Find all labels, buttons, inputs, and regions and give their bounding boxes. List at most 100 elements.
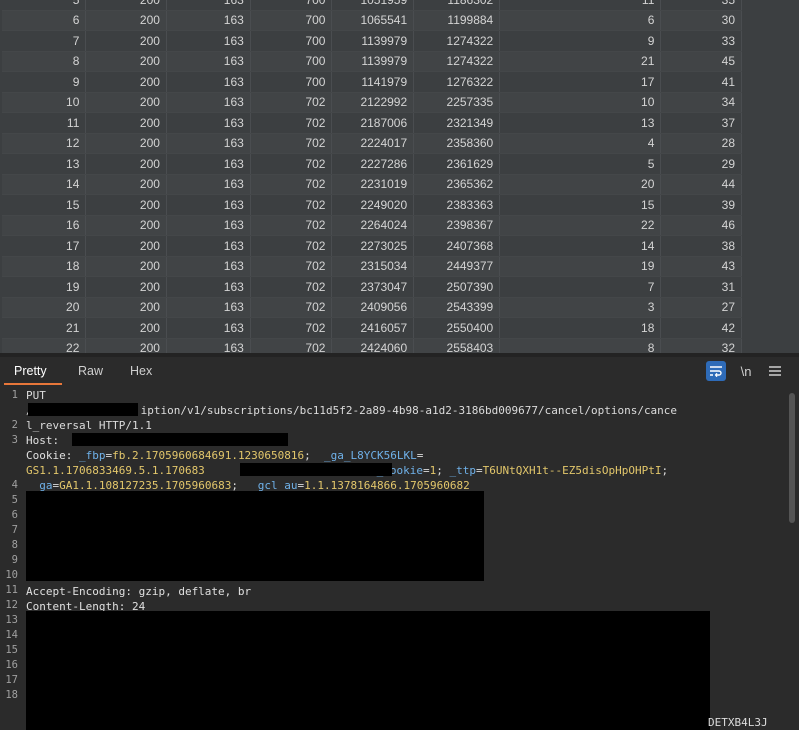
code-line-tail: DETXB4L3J (708, 716, 768, 729)
table-cell: 2264024 (331, 215, 415, 236)
table-cell: 2416057 (331, 317, 415, 339)
table-cell: 10 (2, 92, 87, 113)
table-cell: 35 (660, 0, 742, 11)
newline-toggle-button[interactable]: \n (736, 361, 756, 381)
table-cell: 1274322 (413, 30, 501, 52)
table-cell: 700 (250, 10, 333, 31)
table-cell: 37 (660, 112, 742, 134)
line-number: 9 (11, 554, 18, 566)
table-row[interactable]: 12 200 163 702 2224017 2358360 4 28 (2, 133, 742, 154)
table-cell: 18 (2, 256, 87, 277)
cookie-name: _ttp (449, 464, 477, 477)
table-cell: 1139979 (331, 30, 415, 52)
tab-hex[interactable]: Hex (130, 364, 152, 378)
table-cell: 2231019 (331, 174, 415, 195)
table-row[interactable]: 9 200 163 700 1141979 1276322 17 41 (2, 71, 742, 93)
table-row[interactable]: 14 200 163 702 2231019 2365362 20 44 (2, 174, 742, 195)
wrap-icon[interactable] (706, 361, 726, 381)
table-row[interactable]: 22 200 163 702 2424060 2558403 8 32 (2, 338, 742, 353)
table-cell: 28 (660, 133, 742, 154)
table-cell: 200 (85, 153, 167, 175)
table-cell: 2122992 (331, 92, 415, 113)
line-number: 18 (5, 689, 18, 701)
line-number: 10 (5, 569, 18, 581)
intruder-results-table: 5200163700105195911863021135620016370010… (0, 0, 799, 353)
results-scroll-area[interactable] (743, 0, 799, 353)
table-cell: 42 (660, 317, 742, 339)
redaction-block (28, 403, 138, 416)
table-row[interactable]: 15 200 163 702 2249020 2383363 15 39 (2, 194, 742, 216)
table-cell: 163 (166, 133, 251, 154)
table-cell: 20 (2, 297, 87, 318)
table-row[interactable]: 7 200 163 700 1139979 1274322 9 33 (2, 30, 742, 52)
line-number: 14 (5, 629, 18, 641)
table-cell: 15 (2, 194, 87, 216)
table-cell: 200 (85, 174, 167, 195)
table-cell: 5 (499, 153, 662, 175)
request-path-end: l_reversal HTTP/1.1 (26, 419, 152, 432)
table-row[interactable]: 20 200 163 702 2409056 2543399 3 27 (2, 297, 742, 318)
table-cell: 33 (660, 30, 742, 52)
code-line-1: PUT (26, 389, 46, 402)
tab-pretty[interactable]: Pretty (14, 364, 47, 378)
table-cell: 200 (85, 235, 167, 257)
table-cell: 163 (166, 30, 251, 52)
line-number: 5 (11, 494, 18, 506)
table-cell: 163 (166, 174, 251, 195)
hamburger-menu-icon[interactable] (765, 361, 785, 381)
table-cell: 1186302 (413, 0, 501, 11)
table-row[interactable]: 8 200 163 700 1139979 1274322 21 45 (2, 51, 742, 72)
table-cell: 200 (85, 10, 167, 31)
table-cell: 163 (166, 317, 251, 339)
table-cell: 700 (250, 71, 333, 93)
line-number: 6 (11, 509, 18, 521)
table-cell: 3 (499, 297, 662, 318)
table-cell: 19 (499, 256, 662, 277)
table-cell: 46 (660, 215, 742, 236)
header-name-host: Host: (26, 434, 60, 447)
table-cell: 163 (166, 194, 251, 216)
table-cell: 2449377 (413, 256, 501, 277)
table-row[interactable]: 21 200 163 702 2416057 2550400 18 42 (2, 317, 742, 339)
table-cell: 30 (660, 10, 742, 31)
table-row[interactable]: 16 200 163 702 2264024 2398367 22 46 (2, 215, 742, 236)
table-row[interactable]: 5200163700105195911863021135 (2, 0, 742, 11)
table-cell: 702 (250, 112, 333, 134)
table-cell: 2315034 (331, 256, 415, 277)
table-row[interactable]: 18 200 163 702 2315034 2449377 19 43 (2, 256, 742, 277)
table-row[interactable]: 19 200 163 702 2373047 2507390 7 31 (2, 276, 742, 298)
editor-scrollbar[interactable] (789, 393, 795, 523)
table-row[interactable]: 13 200 163 702 2227286 2361629 5 29 (2, 153, 742, 175)
table-cell: 200 (85, 92, 167, 113)
wrap-icon-glyph (710, 366, 722, 377)
table-cell: 702 (250, 235, 333, 257)
table-row[interactable]: 11 200 163 702 2187006 2321349 13 37 (2, 112, 742, 134)
table-cell: 702 (250, 133, 333, 154)
cookie-name: _fbp (78, 449, 106, 462)
table-cell: 2273025 (331, 235, 415, 257)
table-cell: 2407368 (413, 235, 501, 257)
table-cell: 2358360 (413, 133, 501, 154)
table-cell: 702 (250, 338, 333, 353)
table-cell: 2257335 (413, 92, 501, 113)
table-cell: 200 (85, 297, 167, 318)
table-cell: 9 (2, 71, 87, 93)
table-cell: 163 (166, 256, 251, 277)
line-number: 3 (11, 434, 18, 446)
table-cell: 2507390 (413, 276, 501, 298)
table-cell: 21 (2, 317, 87, 339)
table-row[interactable]: 10 200 163 702 2122992 2257335 10 34 (2, 92, 742, 113)
table-row[interactable]: 17 200 163 702 2273025 2407368 14 38 (2, 235, 742, 257)
table-row[interactable]: 6 200 163 700 1065541 1199884 6 30 (2, 10, 742, 31)
table-cell: 11 (499, 0, 662, 11)
request-editor[interactable]: 123456789101112131415161718 PUT /iption/… (0, 387, 799, 730)
table-cell: 200 (85, 215, 167, 236)
table-cell: 44 (660, 174, 742, 195)
line-number: 2 (11, 419, 18, 431)
table-cell: 11 (2, 112, 87, 134)
table-cell: 163 (166, 297, 251, 318)
redaction-block (72, 433, 288, 446)
table-cell: 1274322 (413, 51, 501, 72)
tab-raw[interactable]: Raw (78, 364, 103, 378)
table-cell: 9 (499, 30, 662, 52)
